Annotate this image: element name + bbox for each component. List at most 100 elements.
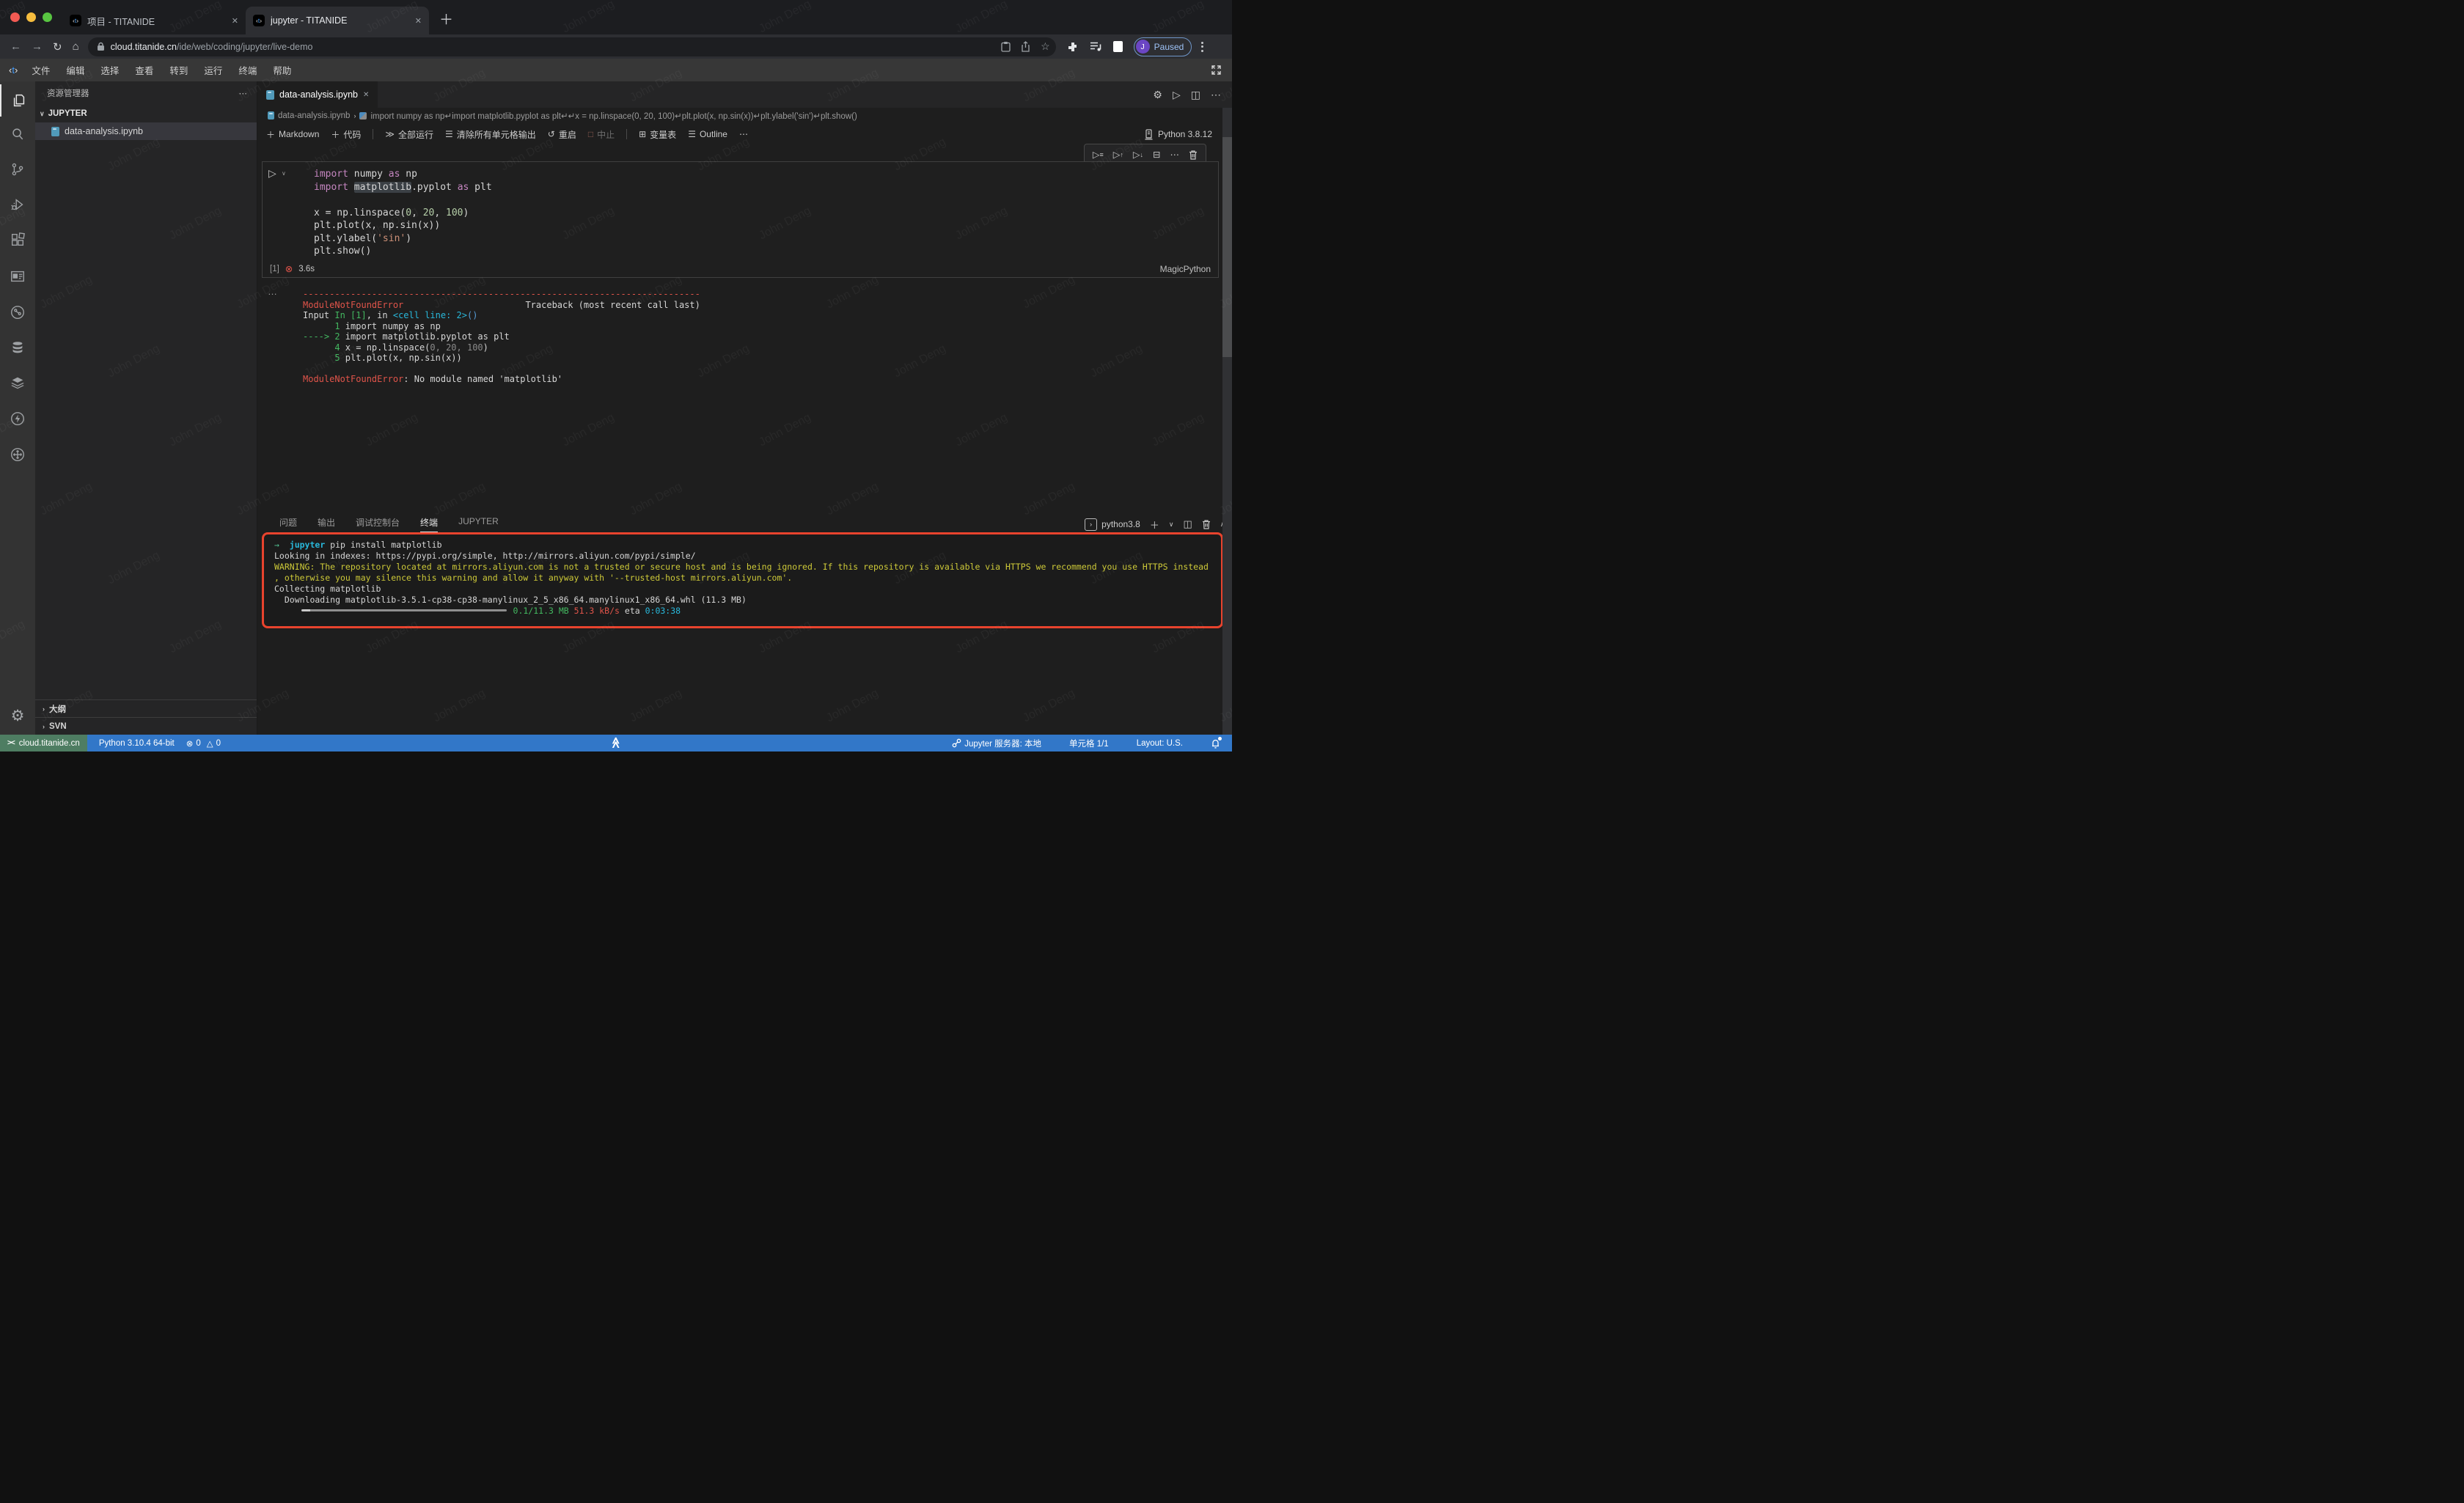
zoom-window-button[interactable] [43, 12, 52, 22]
menu-item[interactable]: 运行 [197, 61, 229, 79]
new-terminal-icon[interactable]: ＋ [1150, 518, 1159, 532]
add-code-button[interactable]: ＋代码 [331, 128, 361, 141]
fullscreen-icon[interactable] [1211, 65, 1222, 76]
panel-tab[interactable]: 调试控制台 [356, 516, 400, 532]
notebook-settings-gear-icon[interactable]: ⚙ [1153, 89, 1162, 101]
minimize-window-button[interactable] [26, 12, 36, 22]
window-controls[interactable] [0, 0, 62, 34]
sidebar-section-jupyter[interactable]: ∨ JUPYTER [35, 105, 257, 122]
menu-item[interactable]: 文件 [25, 61, 56, 79]
run-cell-icon[interactable]: ▷ [268, 167, 276, 180]
forward-icon[interactable]: → [32, 40, 43, 53]
menu-item[interactable]: 终端 [232, 61, 263, 79]
expand-panel-icon[interactable]: ≪ [609, 737, 623, 749]
menu-item[interactable]: 帮助 [266, 61, 298, 79]
outline-button[interactable]: ☰Outline [688, 129, 727, 139]
run-all-button[interactable]: ≫全部运行 [385, 128, 433, 141]
add-markdown-button[interactable]: ＋Markdown [266, 128, 319, 141]
preview-panel-icon[interactable] [0, 260, 35, 293]
power-bolt-icon[interactable] [0, 403, 35, 435]
reload-icon[interactable]: ↻ [53, 40, 62, 54]
breadcrumb-code[interactable]: import numpy as np↵import matplotlib.pyp… [370, 111, 857, 121]
browser-profile[interactable]: J Paused [1134, 37, 1192, 56]
menu-item[interactable]: 选择 [94, 61, 125, 79]
database-icon[interactable] [0, 331, 35, 364]
python-interpreter[interactable]: Python 3.10.4 64-bit [99, 739, 175, 748]
menu-item[interactable]: 查看 [128, 61, 160, 79]
panel-tab[interactable]: 终端 [420, 516, 438, 532]
back-icon[interactable]: ← [10, 40, 21, 53]
svn-circle-icon[interactable] [0, 296, 35, 328]
bookmark-star-icon[interactable]: ☆ [1041, 40, 1050, 53]
share-icon[interactable] [1021, 41, 1030, 52]
output-collapse-icon[interactable]: … [268, 286, 278, 297]
sidebar-item-notebook[interactable]: data-analysis.ipynb [35, 122, 257, 140]
split-cell-icon[interactable]: ⊟ [1153, 149, 1160, 160]
close-tab-icon[interactable]: ✕ [415, 16, 422, 26]
jupyter-server-indicator[interactable]: Jupyter 服务器: 本地 [952, 738, 1041, 749]
menu-item[interactable]: 转到 [163, 61, 194, 79]
close-tab-icon[interactable]: ✕ [232, 16, 238, 26]
terminal-dropdown-icon[interactable]: ∨ [1169, 521, 1174, 529]
editor-tab-notebook[interactable]: data-analysis.ipynb ✕ [257, 81, 378, 108]
breadcrumb-file[interactable]: data-analysis.ipynb [278, 111, 350, 120]
reader-mode-icon[interactable] [1113, 41, 1123, 52]
save-card-icon[interactable] [1001, 41, 1011, 52]
remote-explorer-icon[interactable] [0, 438, 35, 471]
kernel-picker[interactable]: Python 3.8.12 [1144, 129, 1232, 140]
run-debug-icon[interactable] [0, 188, 35, 221]
browser-tab-project[interactable]: ‹t› 项目 - TITANIDE ✕ [62, 7, 246, 34]
editor-scrollbar[interactable] [1222, 108, 1232, 735]
settings-gear-icon[interactable]: ⚙ [0, 702, 35, 729]
cell-indicator[interactable]: 单元格 1/1 [1069, 738, 1109, 749]
browser-tab-jupyter[interactable]: ‹t› jupyter - TITANIDE ✕ [246, 7, 429, 34]
keyboard-layout[interactable]: Layout: U.S. [1137, 739, 1183, 748]
cell-more-icon[interactable]: ⋯ [1170, 149, 1180, 160]
source-control-icon[interactable] [0, 153, 35, 185]
panel-tab[interactable]: 问题 [279, 516, 297, 532]
code-cell[interactable]: ▷ ∨ import numpy as npimport matplotlib.… [262, 161, 1219, 278]
terminal-shell-badge[interactable]: › python3.8 [1085, 518, 1140, 531]
split-editor-icon[interactable]: ◫ [1191, 89, 1200, 101]
execute-above-icon[interactable]: ▷≡ [1093, 149, 1104, 160]
panel-tab[interactable]: 输出 [318, 516, 335, 532]
address-bar[interactable]: cloud.titanide.cn/ide/web/coding/jupyter… [88, 37, 1056, 56]
search-icon[interactable] [0, 118, 35, 150]
execute-cell-above-icon[interactable]: ▷↑ [1113, 149, 1123, 160]
scrollbar-thumb[interactable] [1222, 137, 1232, 357]
sidebar-section-outline[interactable]: › 大纲 [35, 699, 257, 717]
browser-menu-icon[interactable] [1201, 42, 1203, 52]
run-icon[interactable]: ▷ [1173, 89, 1181, 101]
split-terminal-icon[interactable]: ◫ [1183, 518, 1192, 530]
kill-terminal-icon[interactable] [1202, 519, 1211, 529]
notifications-bell-icon[interactable] [1211, 738, 1220, 749]
close-tab-icon[interactable]: ✕ [363, 91, 369, 99]
new-tab-button[interactable]: ＋ [439, 9, 453, 29]
terminal-output[interactable]: → jupyter pip install matplotlibLooking … [264, 534, 1221, 617]
breadcrumb[interactable]: data-analysis.ipynb › import numpy as np… [257, 108, 1232, 123]
home-icon[interactable]: ⌂ [73, 40, 79, 53]
playlist-icon[interactable] [1090, 41, 1102, 52]
editor-more-icon[interactable]: ⋯ [1211, 89, 1221, 101]
notebook-file-icon [268, 111, 274, 120]
variables-button[interactable]: ⊞变量表 [639, 128, 676, 141]
restart-button[interactable]: ↺重启 [548, 128, 576, 141]
sidebar-more-icon[interactable]: ⋯ [239, 88, 249, 98]
execute-below-icon[interactable]: ▷↓ [1133, 149, 1143, 160]
layers-icon[interactable] [0, 367, 35, 399]
sidebar-section-svn[interactable]: › SVN [35, 717, 257, 735]
delete-cell-icon[interactable] [1189, 150, 1198, 160]
close-window-button[interactable] [10, 12, 20, 22]
explorer-icon[interactable] [0, 84, 37, 117]
extensions-puzzle-icon[interactable] [1067, 41, 1079, 53]
extensions-icon[interactable] [0, 224, 35, 256]
clear-outputs-button[interactable]: ☰清除所有单元格输出 [445, 128, 536, 141]
menu-item[interactable]: 编辑 [59, 61, 91, 79]
remote-indicator[interactable]: >< cloud.titanide.cn [0, 735, 87, 752]
cell-code[interactable]: import numpy as npimport matplotlib.pypl… [314, 168, 492, 258]
toolbar-more-icon[interactable]: ⋯ [739, 129, 748, 139]
cell-language[interactable]: MagicPython [1160, 264, 1211, 274]
panel-tab[interactable]: JUPYTER [458, 516, 499, 532]
run-cell-dropdown-icon[interactable]: ∨ [282, 170, 286, 177]
problems-indicator[interactable]: ⊗0 △0 [186, 738, 221, 749]
